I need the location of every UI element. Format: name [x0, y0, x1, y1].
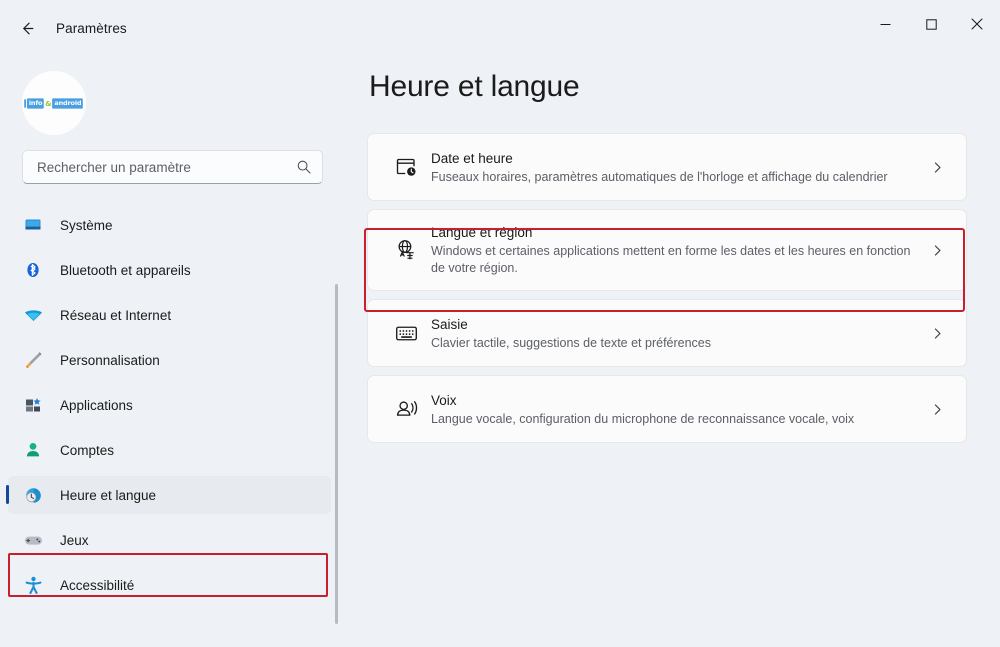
- sidebar-item-reseau[interactable]: Réseau et Internet: [8, 296, 331, 334]
- card-title: Langue et région: [431, 225, 533, 240]
- sidebar-item-jeux[interactable]: Jeux: [8, 521, 331, 559]
- keyboard-icon: [385, 321, 427, 346]
- app-title: Paramètres: [56, 20, 127, 36]
- language-translate-icon: [385, 238, 427, 263]
- wifi-icon: [18, 305, 48, 326]
- close-icon: [971, 18, 983, 30]
- bluetooth-icon: [18, 260, 48, 280]
- minimize-icon: [880, 23, 890, 25]
- sidebar-item-label: Heure et langue: [60, 487, 157, 503]
- settings-card-voix[interactable]: Voix Langue vocale, configuration du mic…: [367, 375, 967, 443]
- card-text: Langue et région Windows et certaines ap…: [427, 210, 926, 290]
- gamepad-icon: [18, 530, 48, 551]
- logo-android-text: android: [52, 97, 84, 109]
- sidebar-item-accessibilite[interactable]: Accessibilité: [8, 566, 331, 604]
- main-content: Heure et langue Date et heure Fuseaux ho…: [345, 56, 1000, 647]
- card-text: Voix Langue vocale, configuration du mic…: [427, 378, 926, 441]
- accessibility-icon: [18, 575, 48, 596]
- card-title: Saisie: [431, 316, 468, 332]
- paintbrush-icon: [18, 350, 48, 371]
- sidebar-item-systeme[interactable]: Système: [8, 206, 331, 244]
- search-input[interactable]: [37, 159, 296, 175]
- maximize-button[interactable]: [908, 0, 954, 48]
- title-bar: Paramètres: [0, 0, 1000, 56]
- card-description: Langue vocale, configuration du micropho…: [431, 411, 855, 426]
- sidebar-item-label: Applications: [60, 397, 133, 413]
- apps-icon: [18, 395, 48, 415]
- sidebar-item-personnalisation[interactable]: Personnalisation: [8, 341, 331, 379]
- logo-ampersand: &: [45, 98, 52, 108]
- sidebar-item-label: Système: [60, 217, 113, 233]
- chevron-right-icon: [926, 160, 948, 175]
- globe-clock-icon: [18, 485, 48, 506]
- chevron-right-icon: [926, 326, 948, 341]
- card-description: Windows et certaines applications metten…: [431, 244, 911, 275]
- back-button[interactable]: [10, 11, 44, 45]
- minimize-button[interactable]: [862, 0, 908, 48]
- back-arrow-icon: [22, 22, 33, 34]
- sidebar-item-applications[interactable]: Applications: [8, 386, 331, 424]
- sidebar-item-label: Accessibilité: [60, 577, 135, 593]
- calendar-clock-icon: [385, 155, 427, 179]
- monitor-icon: [18, 215, 48, 235]
- settings-card-date-et-heure[interactable]: Date et heure Fuseaux horaires, paramètr…: [367, 133, 967, 201]
- sidebar-item-bluetooth[interactable]: Bluetooth et appareils: [8, 251, 331, 289]
- sidebar-scrollbar[interactable]: [335, 284, 338, 624]
- sidebar-item-label: Réseau et Internet: [60, 307, 172, 323]
- sidebar-item-label: Jeux: [60, 532, 89, 548]
- speech-icon: [385, 397, 427, 422]
- settings-card-saisie[interactable]: Saisie Clavier tactile, suggestions de t…: [367, 299, 967, 367]
- card-description: Fuseaux horaires, paramètres automatique…: [431, 169, 888, 184]
- logo-info-text: info: [27, 97, 45, 109]
- search-icon: [297, 160, 311, 174]
- chevron-right-icon: [926, 402, 948, 417]
- card-description: Clavier tactile, suggestions de texte et…: [431, 335, 712, 350]
- avatar-logo: info & android: [24, 97, 84, 109]
- sidebar-item-label: Bluetooth et appareils: [60, 262, 191, 278]
- profile-section[interactable]: info & android: [0, 58, 345, 142]
- search-box[interactable]: [22, 150, 323, 184]
- sidebar-item-label: Personnalisation: [60, 352, 160, 368]
- sidebar-item-label: Comptes: [60, 442, 115, 458]
- sidebar-nav: Système Bluetooth et appareils Réseau et…: [0, 206, 345, 604]
- card-text: Date et heure Fuseaux horaires, paramètr…: [427, 136, 926, 199]
- page-title: Heure et langue: [369, 70, 580, 103]
- avatar: info & android: [22, 71, 86, 135]
- close-button[interactable]: [954, 0, 1000, 48]
- sidebar-item-comptes[interactable]: Comptes: [8, 431, 331, 469]
- settings-card-langue-et-region[interactable]: Langue et région Windows et certaines ap…: [367, 209, 967, 291]
- card-title: Voix: [431, 392, 457, 408]
- maximize-icon: [925, 18, 937, 30]
- card-text: Saisie Clavier tactile, suggestions de t…: [427, 302, 926, 365]
- card-title: Date et heure: [431, 150, 513, 166]
- person-icon: [18, 440, 48, 460]
- window-body: info & android Rechercher un paramètre S…: [0, 56, 1000, 647]
- settings-card-list: Date et heure Fuseaux horaires, paramètr…: [364, 133, 967, 443]
- sidebar: info & android Rechercher un paramètre S…: [0, 56, 345, 647]
- chevron-right-icon: [926, 243, 948, 258]
- sidebar-item-heure-et-langue[interactable]: Heure et langue: [6, 476, 331, 514]
- settings-window: Paramètres info & android Rechercher un …: [0, 0, 1000, 647]
- window-controls: [862, 0, 1000, 48]
